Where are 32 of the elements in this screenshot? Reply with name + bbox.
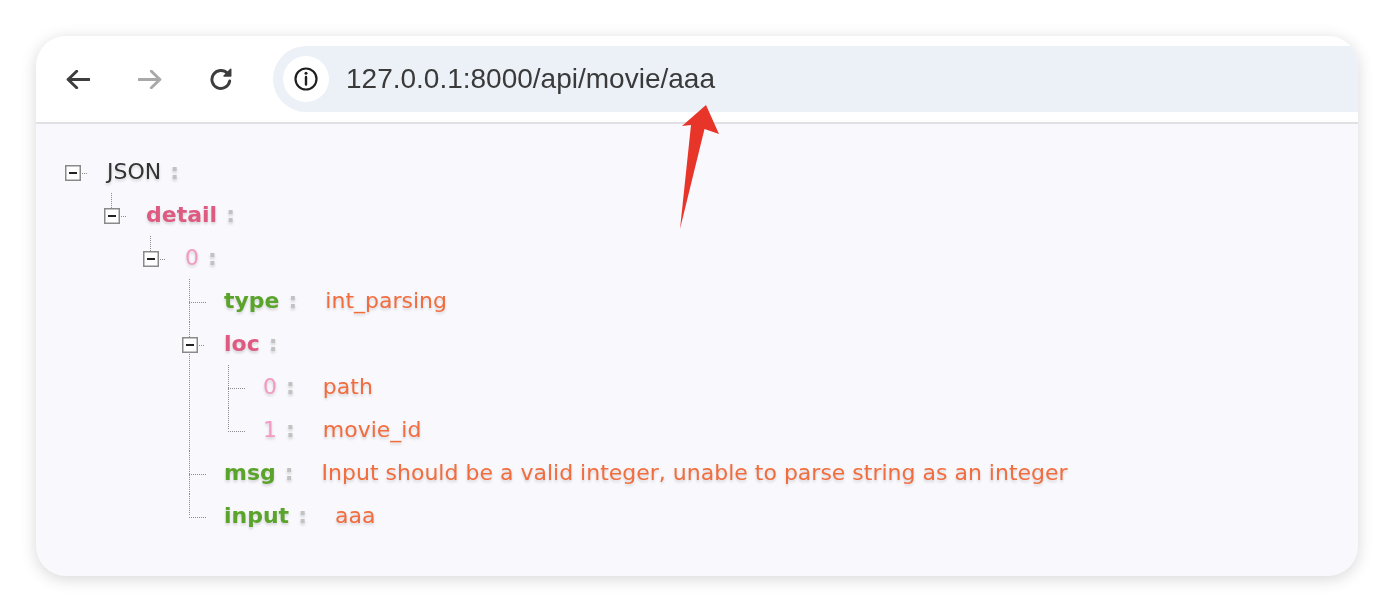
minus-box-icon[interactable] [104,208,120,224]
minus-box-icon[interactable] [182,337,198,353]
json-key: type [224,288,280,313]
root-label: JSON [107,159,162,184]
address-bar[interactable]: 127.0.0.1:8000/api/movie/aaa [273,46,1358,112]
json-value: aaa [334,503,376,528]
key-separator: : [268,331,278,356]
key-separator: : [286,374,295,399]
json-value: Input should be a valid integer, unable to parse string as an integer [321,460,1068,485]
key-separator: : [298,503,307,528]
json-value: movie_id [322,417,422,442]
json-value: int_parsing [325,288,447,313]
reload-icon[interactable] [210,67,232,91]
json-key: 0 [263,374,277,399]
key-separator: : [286,417,295,442]
url-text: 127.0.0.1:8000/api/movie/aaa [346,63,715,95]
key-separator: : [288,288,298,313]
arrow-left-icon[interactable] [66,69,90,89]
json-key: detail [146,202,218,227]
minus-box-icon[interactable] [65,165,81,181]
info-icon[interactable] [283,56,329,102]
json-key: input [224,503,290,528]
key-separator: : [208,245,217,270]
json-key: loc [224,331,260,356]
json-key: msg [224,460,276,485]
key-separator: : [170,159,180,184]
key-separator: : [284,460,294,485]
json-value: path [322,374,373,399]
json-key: 0 [185,245,199,270]
key-separator: : [226,202,235,227]
json-key: 1 [263,417,277,442]
minus-box-icon[interactable] [143,251,159,267]
